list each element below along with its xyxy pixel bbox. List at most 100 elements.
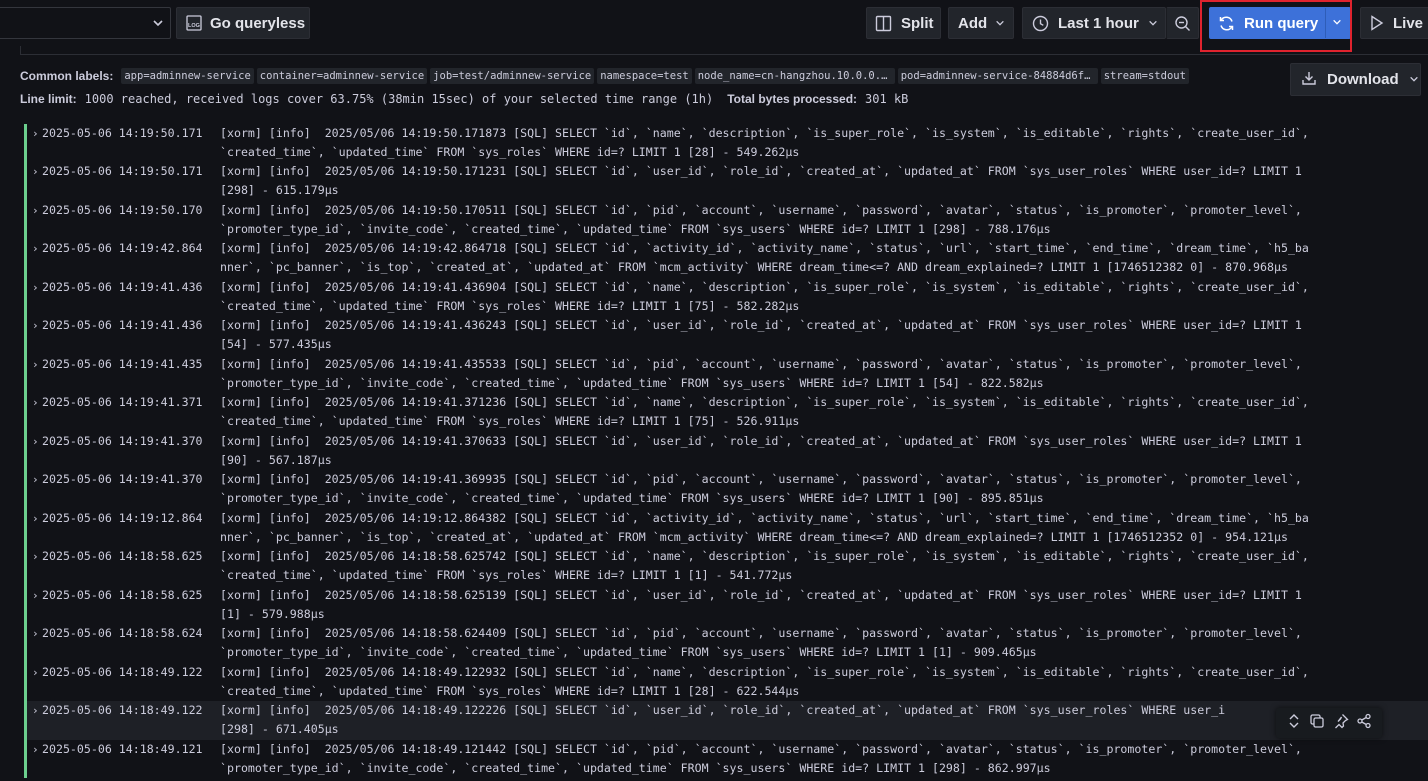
log-row[interactable]: › 2025-05-06 14:18:49.122 [xorm] [info] 20… — [24, 663, 1428, 701]
chevron-right-icon[interactable]: › — [32, 432, 42, 470]
log-row[interactable]: › 2025-05-06 14:18:58.624 [xorm] [info] 20… — [24, 624, 1428, 663]
chevron-right-icon[interactable]: › — [32, 470, 42, 509]
copy-icon[interactable] — [1309, 713, 1325, 734]
clock-icon — [1032, 15, 1049, 32]
log-message: [xorm] [info] 2025/05/06 14:19:12.864382… — [220, 511, 1309, 544]
log-icon: LOG — [185, 14, 203, 32]
log-row[interactable]: › 2025-05-06 14:19:50.171 [xorm] [info] 20… — [24, 124, 1428, 162]
chevron-right-icon[interactable]: › — [32, 663, 42, 701]
chevron-right-icon[interactable]: › — [32, 701, 42, 740]
log-message: [xorm] [info] 2025/05/06 14:18:58.625139… — [220, 588, 1302, 621]
log-timestamp: 2025-05-06 14:18:49.121 — [42, 742, 203, 756]
chevron-right-icon[interactable]: › — [32, 201, 42, 239]
log-timestamp: 2025-05-06 14:19:12.864 — [42, 511, 203, 525]
label-chip: namespace=test — [597, 68, 692, 84]
chevron-down-icon — [152, 17, 164, 29]
query-editor-bottom-edge — [20, 46, 1428, 55]
log-row[interactable]: › 2025-05-06 14:19:42.864 [xorm] [info] 20… — [24, 239, 1428, 278]
chevron-right-icon[interactable]: › — [32, 509, 42, 547]
log-timestamp: 2025-05-06 14:19:41.435 — [42, 357, 203, 371]
log-row[interactable]: › 2025-05-06 14:19:41.371 [xorm] [info] 20… — [24, 393, 1428, 432]
log-message: [xorm] [info] 2025/05/06 14:19:50.170511… — [220, 203, 1302, 236]
share-icon[interactable] — [1356, 713, 1372, 734]
chevron-down-icon — [1148, 18, 1158, 28]
svg-text:LOG: LOG — [188, 23, 200, 29]
log-timestamp: 2025-05-06 14:18:58.625 — [42, 549, 203, 563]
log-message: [xorm] [info] 2025/05/06 14:18:58.625742… — [220, 549, 1309, 582]
chevron-right-icon[interactable]: › — [32, 124, 42, 162]
log-message: [xorm] [info] 2025/05/06 14:19:50.171873… — [220, 126, 1309, 159]
split-button[interactable]: Split — [866, 7, 941, 39]
log-message: [xorm] [info] 2025/05/06 14:18:49.122932… — [220, 665, 1309, 698]
log-message: [xorm] [info] 2025/05/06 14:19:41.435533… — [220, 357, 1302, 390]
run-query-options-chevron-icon[interactable] — [1332, 17, 1342, 27]
log-message: [xorm] [info] 2025/05/06 14:19:42.864718… — [220, 241, 1309, 274]
log-rows: › 2025-05-06 14:19:50.171 [xorm] [info] 20… — [24, 124, 1428, 778]
pin-icon[interactable] — [1333, 713, 1349, 734]
log-row[interactable]: › 2025-05-06 14:18:58.625 [xorm] [info] 20… — [24, 586, 1428, 624]
log-row[interactable]: › 2025-05-06 14:19:12.864 [xorm] [info] 20… — [24, 509, 1428, 547]
zoom-out-button[interactable] — [1166, 7, 1199, 39]
log-timestamp: 2025-05-06 14:18:58.624 — [42, 626, 203, 640]
chevron-right-icon[interactable]: › — [32, 393, 42, 432]
log-timestamp: 2025-05-06 14:18:58.625 — [42, 588, 203, 602]
run-query-label: Run query — [1244, 14, 1319, 32]
chevron-right-icon[interactable]: › — [32, 239, 42, 278]
log-timestamp: 2025-05-06 14:19:50.170 — [42, 203, 203, 217]
log-timestamp: 2025-05-06 14:19:50.171 — [42, 126, 203, 140]
log-row[interactable]: › 2025-05-06 14:19:50.170 [xorm] [info] 20… — [24, 201, 1428, 239]
chevron-right-icon[interactable]: › — [32, 162, 42, 201]
log-timestamp: 2025-05-06 14:19:41.371 — [42, 395, 203, 409]
log-row[interactable]: › 2025-05-06 14:19:41.370 [xorm] [info] 20… — [24, 470, 1428, 509]
log-timestamp: 2025-05-06 14:19:50.171 — [42, 164, 203, 178]
split-icon — [875, 15, 892, 32]
download-label: Download — [1327, 71, 1399, 88]
refresh-icon — [1218, 15, 1235, 32]
run-query-divider — [1325, 8, 1326, 38]
bytes-processed-value: 301 kB — [865, 92, 909, 106]
chevron-right-icon[interactable]: › — [32, 624, 42, 663]
log-message: [xorm] [info] 2025/05/06 14:19:41.436904… — [220, 280, 1309, 313]
log-row[interactable]: › 2025-05-06 14:19:41.435 [xorm] [info] 20… — [24, 355, 1428, 393]
chevron-down-icon — [995, 18, 1005, 28]
log-row[interactable]: › 2025-05-06 14:19:41.436 [xorm] [info] 20… — [24, 316, 1428, 355]
label-chip: node_name=cn-hangzhou.10.0.0.148 — [694, 68, 895, 84]
log-timestamp: 2025-05-06 14:18:49.122 — [42, 703, 203, 717]
log-row[interactable]: › 2025-05-06 14:19:41.436 [xorm] [info] 20… — [24, 278, 1428, 316]
label-chip: container=adminnew-service — [256, 68, 428, 84]
log-timestamp: 2025-05-06 14:19:41.370 — [42, 434, 203, 448]
label-chip: app=adminnew-service — [121, 68, 254, 84]
label-chip: job=test/adminnew-service — [430, 68, 595, 84]
split-label: Split — [901, 14, 934, 32]
log-row[interactable]: › 2025-05-06 14:19:41.370 [xorm] [info] 20… — [24, 432, 1428, 470]
live-button[interactable]: Live — [1360, 7, 1428, 39]
chevron-right-icon[interactable]: › — [32, 547, 42, 586]
log-message: [xorm] [info] 2025/05/06 14:19:41.436243… — [220, 318, 1302, 351]
play-icon — [1370, 15, 1384, 31]
chevron-right-icon[interactable]: › — [32, 316, 42, 355]
chevron-right-icon[interactable]: › — [32, 355, 42, 393]
download-button[interactable]: Download — [1290, 63, 1421, 96]
expand-collapse-icon[interactable] — [1286, 713, 1302, 734]
log-row[interactable]: › 2025-05-06 14:19:50.171 [xorm] [info] 20… — [24, 162, 1428, 201]
chevron-right-icon[interactable]: › — [32, 586, 42, 624]
chevron-right-icon[interactable]: › — [32, 740, 42, 778]
log-message: [xorm] [info] 2025/05/06 14:18:49.122226… — [220, 703, 1226, 736]
log-message: [xorm] [info] 2025/05/06 14:19:50.171231… — [220, 164, 1302, 197]
go-queryless-button[interactable]: LOG Go queryless — [176, 7, 310, 39]
chevron-right-icon[interactable]: › — [32, 278, 42, 316]
time-range-picker[interactable]: Last 1 hour — [1022, 7, 1166, 39]
common-labels: Common labels: app=adminnew-service cont… — [20, 68, 1192, 84]
time-range-label: Last 1 hour — [1058, 14, 1139, 32]
datasource-picker[interactable] — [0, 7, 171, 39]
log-timestamp: 2025-05-06 14:19:41.436 — [42, 280, 203, 294]
log-row[interactable]: › 2025-05-06 14:18:58.625 [xorm] [info] 20… — [24, 547, 1428, 586]
log-row[interactable]: › 2025-05-06 14:18:49.122 [xorm] [info] 20… — [24, 701, 1428, 740]
add-button[interactable]: Add — [948, 7, 1014, 39]
label-chip: pod=adminnew-service-84884d6f85… — [897, 68, 1098, 84]
log-row[interactable]: › 2025-05-06 14:18:49.121 [xorm] [info] 20… — [24, 740, 1428, 778]
run-query-button[interactable]: Run query — [1209, 7, 1351, 39]
live-label: Live — [1393, 14, 1424, 32]
chevron-down-icon — [1409, 71, 1419, 88]
add-label: Add — [958, 14, 988, 32]
